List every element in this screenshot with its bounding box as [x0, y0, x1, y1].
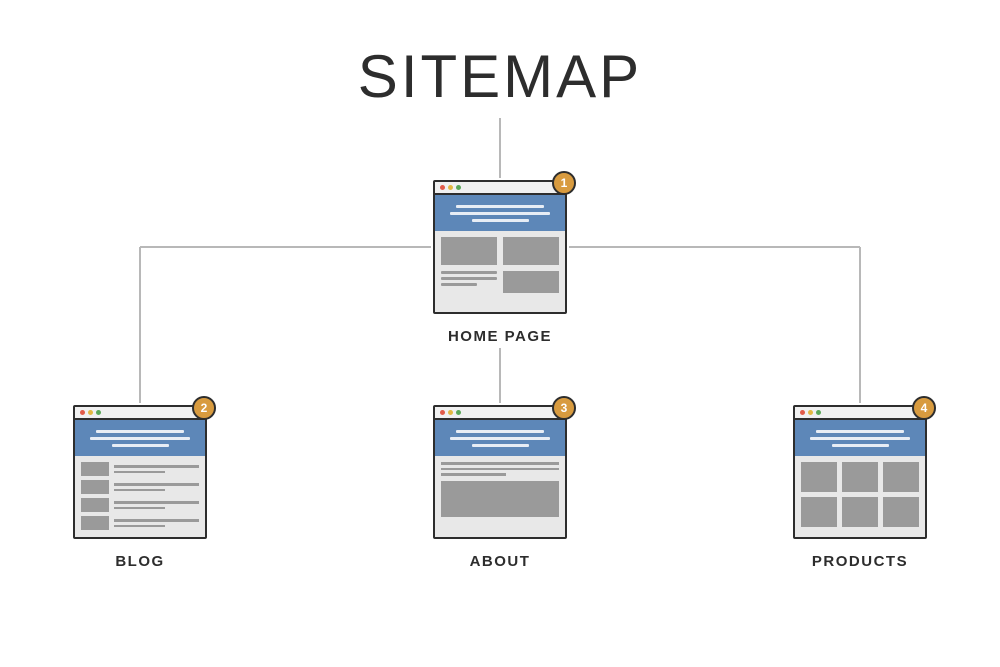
window-titlebar: [435, 407, 565, 420]
node-products: 4 PRODUCTS: [793, 405, 927, 570]
minimize-icon: [88, 410, 93, 415]
node-label-about: ABOUT: [470, 553, 531, 570]
browser-mock-blog: 2: [73, 405, 207, 539]
minimize-icon: [448, 410, 453, 415]
badge-home: 1: [552, 171, 576, 195]
hero-section: [795, 420, 925, 456]
browser-mock-about: 3: [433, 405, 567, 539]
browser-mock-home: 1: [433, 180, 567, 314]
minimize-icon: [808, 410, 813, 415]
diagram-title: SITEMAP: [358, 42, 642, 111]
content-area: [435, 231, 565, 299]
badge-blog: 2: [192, 396, 216, 420]
content-area: [795, 456, 925, 533]
hero-section: [435, 195, 565, 231]
node-home: 1 HOME PAGE: [433, 180, 567, 345]
content-area: [75, 456, 205, 536]
node-about: 3 ABOUT: [433, 405, 567, 570]
maximize-icon: [816, 410, 821, 415]
close-icon: [80, 410, 85, 415]
node-label-blog: BLOG: [115, 553, 164, 570]
hero-section: [75, 420, 205, 456]
window-titlebar: [795, 407, 925, 420]
minimize-icon: [448, 185, 453, 190]
window-titlebar: [75, 407, 205, 420]
browser-mock-products: 4: [793, 405, 927, 539]
close-icon: [440, 185, 445, 190]
badge-products: 4: [912, 396, 936, 420]
maximize-icon: [456, 410, 461, 415]
node-label-home: HOME PAGE: [448, 328, 552, 345]
node-blog: 2 BLOG: [73, 405, 207, 570]
hero-section: [435, 420, 565, 456]
maximize-icon: [96, 410, 101, 415]
content-area: [435, 456, 565, 523]
close-icon: [800, 410, 805, 415]
badge-about: 3: [552, 396, 576, 420]
node-label-products: PRODUCTS: [812, 553, 908, 570]
close-icon: [440, 410, 445, 415]
window-titlebar: [435, 182, 565, 195]
maximize-icon: [456, 185, 461, 190]
